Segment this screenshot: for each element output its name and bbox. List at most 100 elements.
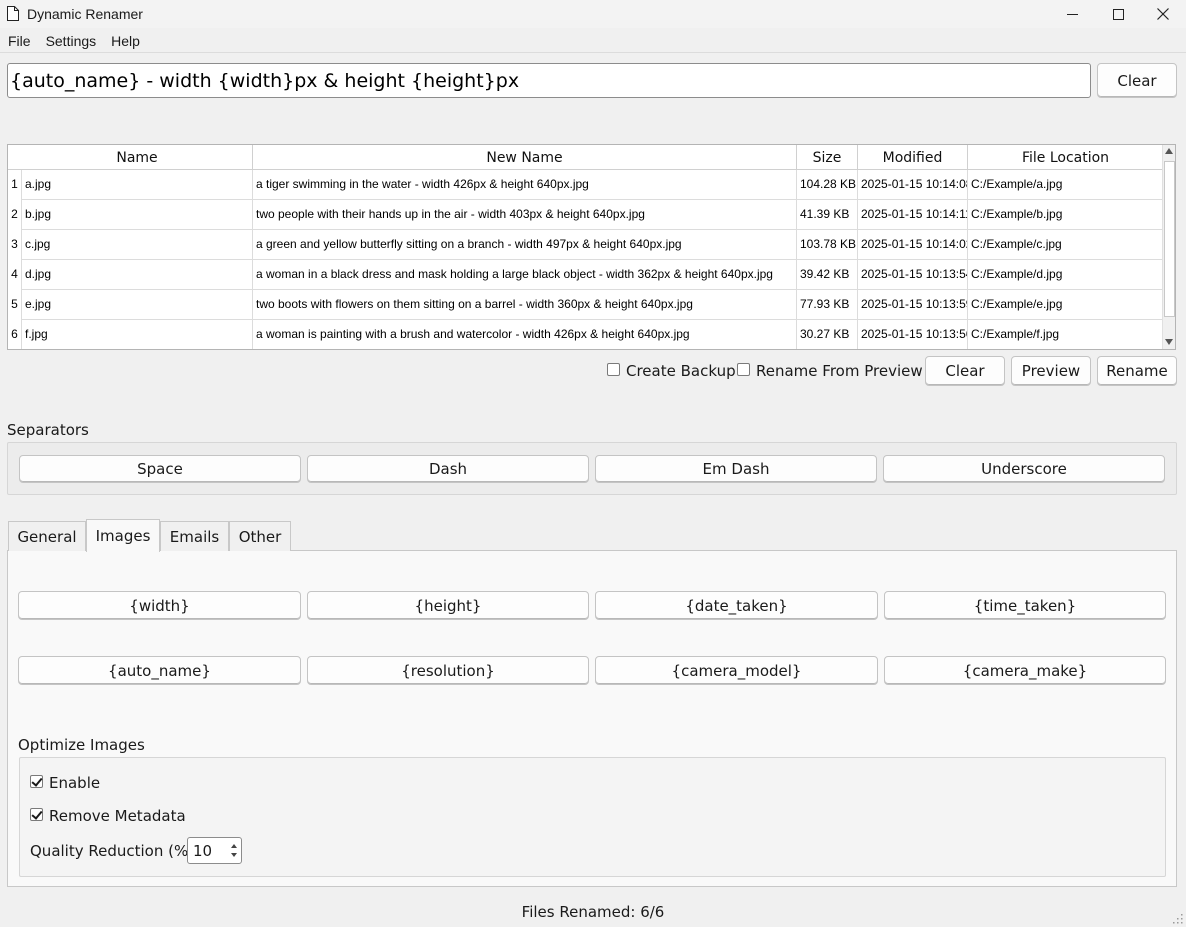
- token-resolution-button[interactable]: {resolution}: [307, 656, 589, 685]
- optimize-images-title: Optimize Images: [18, 736, 145, 754]
- maximize-icon: [1112, 8, 1124, 20]
- tab-other[interactable]: Other: [229, 521, 291, 551]
- pattern-input[interactable]: [7, 63, 1091, 98]
- minimize-icon: [1066, 13, 1078, 15]
- column-header-size[interactable]: Size: [797, 145, 858, 170]
- cell-file-location: C:/Example/e.jpg: [971, 297, 1063, 311]
- scroll-up-icon[interactable]: [1165, 148, 1173, 154]
- menu-divider: [0, 52, 1186, 53]
- remove-metadata-checkbox[interactable]: [30, 808, 43, 824]
- token-height-button[interactable]: {height}: [307, 591, 589, 620]
- separator-space-button[interactable]: Space: [19, 455, 301, 483]
- menu-bar: File Settings Help: [0, 30, 147, 52]
- table-row[interactable]: 3 c.jpg a green and yellow butterfly sit…: [8, 230, 1163, 260]
- table-scrollbar[interactable]: [1162, 145, 1175, 349]
- cell-name: d.jpg: [22, 260, 253, 290]
- cell-name: c.jpg: [22, 230, 253, 260]
- create-backup-checkbox[interactable]: [607, 363, 620, 379]
- row-number-header: [8, 145, 22, 170]
- cell-file-location: C:/Example/c.jpg: [971, 237, 1062, 251]
- close-icon: [1157, 8, 1169, 20]
- separator-em-dash-button[interactable]: Em Dash: [595, 455, 877, 483]
- token-time-taken-button[interactable]: {time_taken}: [884, 591, 1166, 620]
- table-row[interactable]: 6 f.jpg a woman is painting with a brush…: [8, 320, 1163, 349]
- scroll-down-icon[interactable]: [1165, 339, 1173, 345]
- cell-modified: 2025-01-15 10:13:54: [858, 260, 968, 290]
- checkbox-box[interactable]: [737, 363, 750, 376]
- menu-settings[interactable]: Settings: [38, 30, 104, 52]
- preview-button[interactable]: Preview: [1011, 356, 1091, 386]
- cell-size: 39.42 KB: [797, 260, 858, 290]
- row-number: 5: [8, 290, 22, 320]
- minimize-button[interactable]: [1049, 0, 1095, 28]
- cell-modified: 2025-01-15 10:13:59: [858, 290, 968, 320]
- file-table[interactable]: Name New Name Size Modified File Locatio…: [7, 144, 1176, 350]
- tab-images[interactable]: Images: [86, 519, 160, 552]
- row-number: 3: [8, 230, 22, 260]
- token-auto-name-button[interactable]: {auto_name}: [18, 656, 301, 685]
- token-camera-make-button[interactable]: {camera_make}: [884, 656, 1166, 685]
- status-text: Files Renamed: 6/6: [521, 903, 665, 921]
- cell-size: 41.39 KB: [797, 200, 858, 230]
- row-number: 1: [8, 170, 22, 200]
- menu-file[interactable]: File: [0, 30, 38, 52]
- quality-reduction-value[interactable]: 10: [193, 842, 212, 860]
- quality-reduction-label: Quality Reduction (%): [30, 842, 195, 860]
- enable-label: Enable: [49, 774, 101, 792]
- column-header-modified[interactable]: Modified: [858, 145, 968, 170]
- cell-new-name: two boots with flowers on them sitting o…: [253, 290, 797, 320]
- maximize-button[interactable]: [1095, 0, 1141, 28]
- close-button[interactable]: [1140, 0, 1186, 28]
- cell-new-name: two people with their hands up in the ai…: [253, 200, 797, 230]
- column-header-name[interactable]: Name: [22, 145, 253, 170]
- cell-name: a.jpg: [22, 170, 253, 200]
- cell-name: e.jpg: [22, 290, 253, 320]
- row-number: 4: [8, 260, 22, 290]
- cell-file-location: C:/Example/b.jpg: [971, 207, 1063, 221]
- tab-emails[interactable]: Emails: [160, 521, 229, 551]
- remove-metadata-label: Remove Metadata: [49, 807, 186, 825]
- cell-size: 104.28 KB: [797, 170, 858, 200]
- checkbox-box[interactable]: [30, 775, 43, 788]
- clear-pattern-button[interactable]: Clear: [1097, 63, 1177, 98]
- token-date-taken-button[interactable]: {date_taken}: [595, 591, 878, 620]
- window-title: Dynamic Renamer: [27, 6, 143, 22]
- table-row[interactable]: 2 b.jpg two people with their hands up i…: [8, 200, 1163, 230]
- token-width-button[interactable]: {width}: [18, 591, 301, 620]
- scrollbar-thumb[interactable]: [1164, 161, 1175, 317]
- column-header-new-name[interactable]: New Name: [253, 145, 797, 170]
- enable-checkbox[interactable]: [30, 775, 43, 791]
- document-icon: [7, 6, 19, 21]
- table-row[interactable]: 4 d.jpg a woman in a black dress and mas…: [8, 260, 1163, 290]
- clear-button[interactable]: Clear: [925, 356, 1005, 386]
- spin-arrows-icon[interactable]: [228, 839, 240, 862]
- row-number: 2: [8, 200, 22, 230]
- cell-name: f.jpg: [22, 320, 253, 349]
- cell-size: 103.78 KB: [797, 230, 858, 260]
- row-number: 6: [8, 320, 22, 349]
- separator-underscore-button[interactable]: Underscore: [883, 455, 1165, 483]
- cell-new-name: a tiger swimming in the water - width 42…: [253, 170, 797, 200]
- cell-size: 77.93 KB: [797, 290, 858, 320]
- resize-grip-icon[interactable]: [1172, 913, 1184, 925]
- rename-button[interactable]: Rename: [1097, 356, 1177, 386]
- tab-general[interactable]: General: [8, 521, 86, 551]
- cell-modified: 2025-01-15 10:14:08: [858, 170, 968, 200]
- menu-help[interactable]: Help: [103, 30, 147, 52]
- cell-modified: 2025-01-15 10:13:56: [858, 320, 968, 349]
- separator-dash-button[interactable]: Dash: [307, 455, 589, 483]
- table-row[interactable]: 5 e.jpg two boots with flowers on them s…: [8, 290, 1163, 320]
- quality-reduction-spinbox[interactable]: 10: [187, 837, 242, 864]
- cell-new-name: a woman in a black dress and mask holdin…: [253, 260, 797, 290]
- rename-from-preview-checkbox[interactable]: [737, 363, 750, 379]
- cell-modified: 2025-01-15 10:14:02: [858, 230, 968, 260]
- cell-file-location: C:/Example/f.jpg: [971, 327, 1060, 341]
- title-bar: [0, 0, 1186, 28]
- cell-new-name: a green and yellow butterfly sitting on …: [253, 230, 797, 260]
- checkbox-box[interactable]: [607, 363, 620, 376]
- column-header-file-location[interactable]: File Location: [968, 145, 1163, 170]
- token-camera-model-button[interactable]: {camera_model}: [595, 656, 878, 685]
- checkbox-box[interactable]: [30, 808, 43, 821]
- table-row[interactable]: 1 a.jpg a tiger swimming in the water - …: [8, 170, 1163, 200]
- separators-title: Separators: [7, 421, 89, 439]
